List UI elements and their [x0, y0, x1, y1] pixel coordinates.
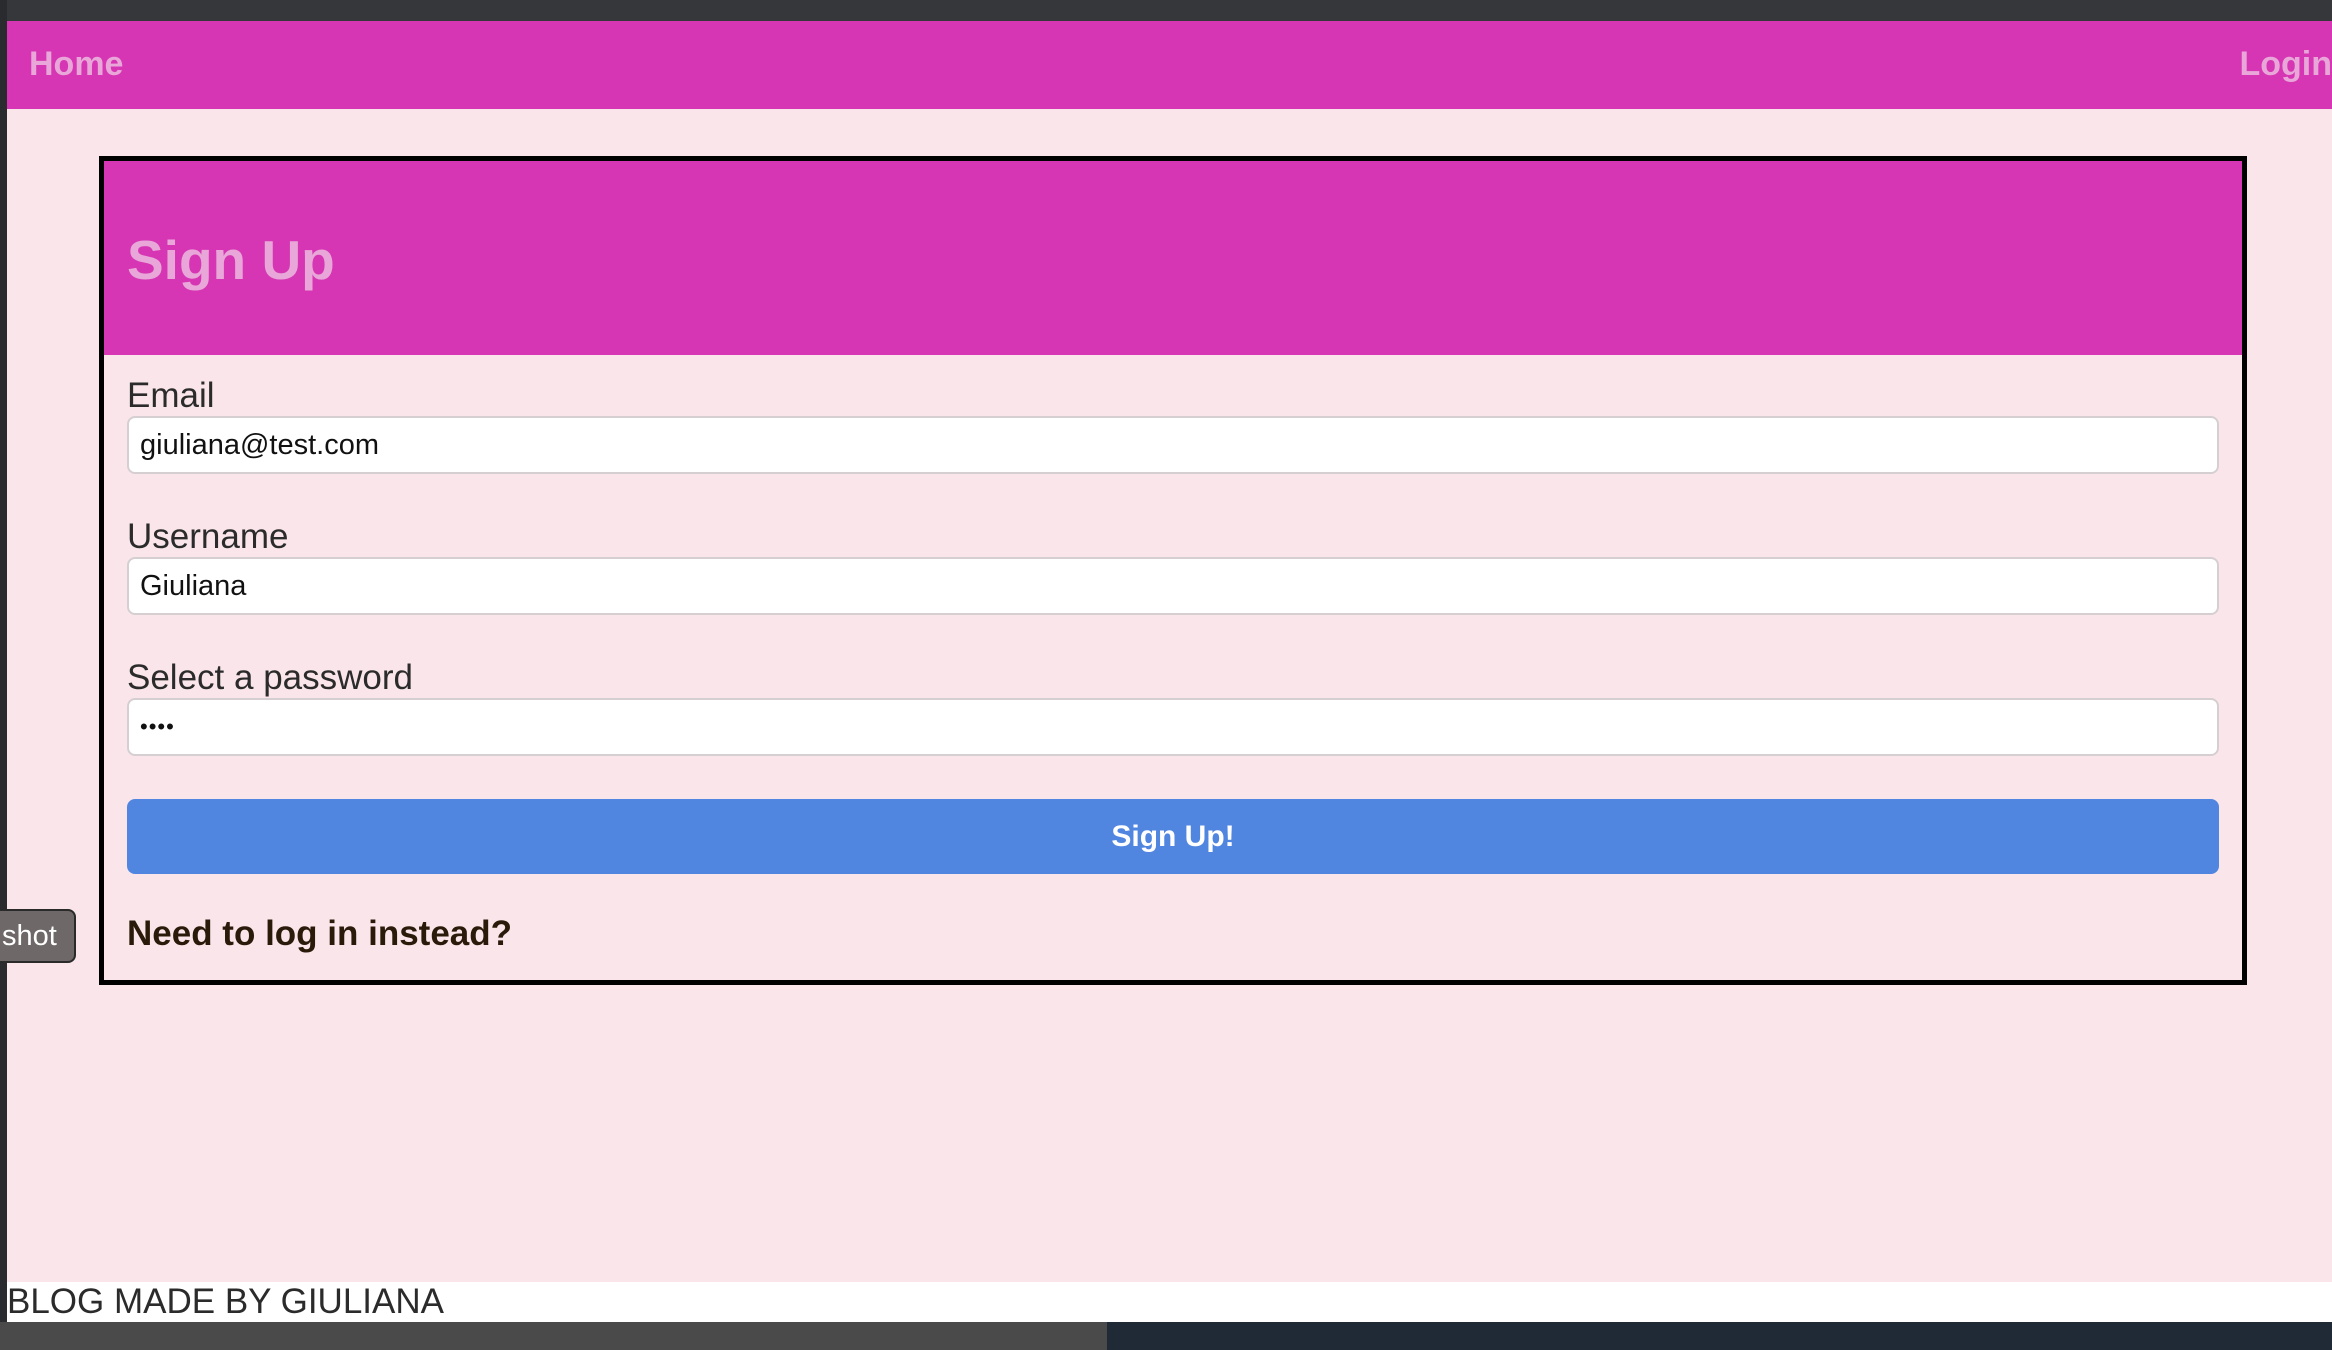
window-top-bar [0, 0, 2332, 21]
login-instead-link[interactable]: Need to log in instead? [127, 914, 512, 954]
email-label: Email [127, 376, 215, 415]
email-field[interactable]: giuliana@test.com [127, 416, 2219, 474]
signup-title: Sign Up [127, 229, 335, 291]
desktop-bottom-dim [0, 1322, 1107, 1350]
nav-login-link[interactable]: Login [2239, 45, 2332, 84]
footer-text: BLOG MADE BY GIULIANA [7, 1282, 444, 1321]
signup-submit-button[interactable]: Sign Up! [127, 799, 2219, 874]
password-field[interactable]: •••• [127, 698, 2219, 756]
password-label: Select a password [127, 658, 413, 697]
signup-card-header: Sign Up [104, 161, 2242, 355]
nav-home-link[interactable]: Home [29, 45, 123, 84]
window-left-edge [0, 0, 7, 1350]
browser-viewport: Home Login Sign Up Email giuliana@test.c… [7, 21, 2332, 1322]
username-label: Username [127, 517, 289, 556]
username-field[interactable]: Giuliana [127, 557, 2219, 615]
desktop-bottom-strip [0, 1322, 2332, 1350]
screenshot-tooltip: shot [0, 909, 76, 963]
signup-card: Sign Up Email giuliana@test.com Username… [99, 156, 2247, 985]
footer: BLOG MADE BY GIULIANA [7, 1282, 2332, 1322]
navbar: Home Login [7, 21, 2332, 109]
